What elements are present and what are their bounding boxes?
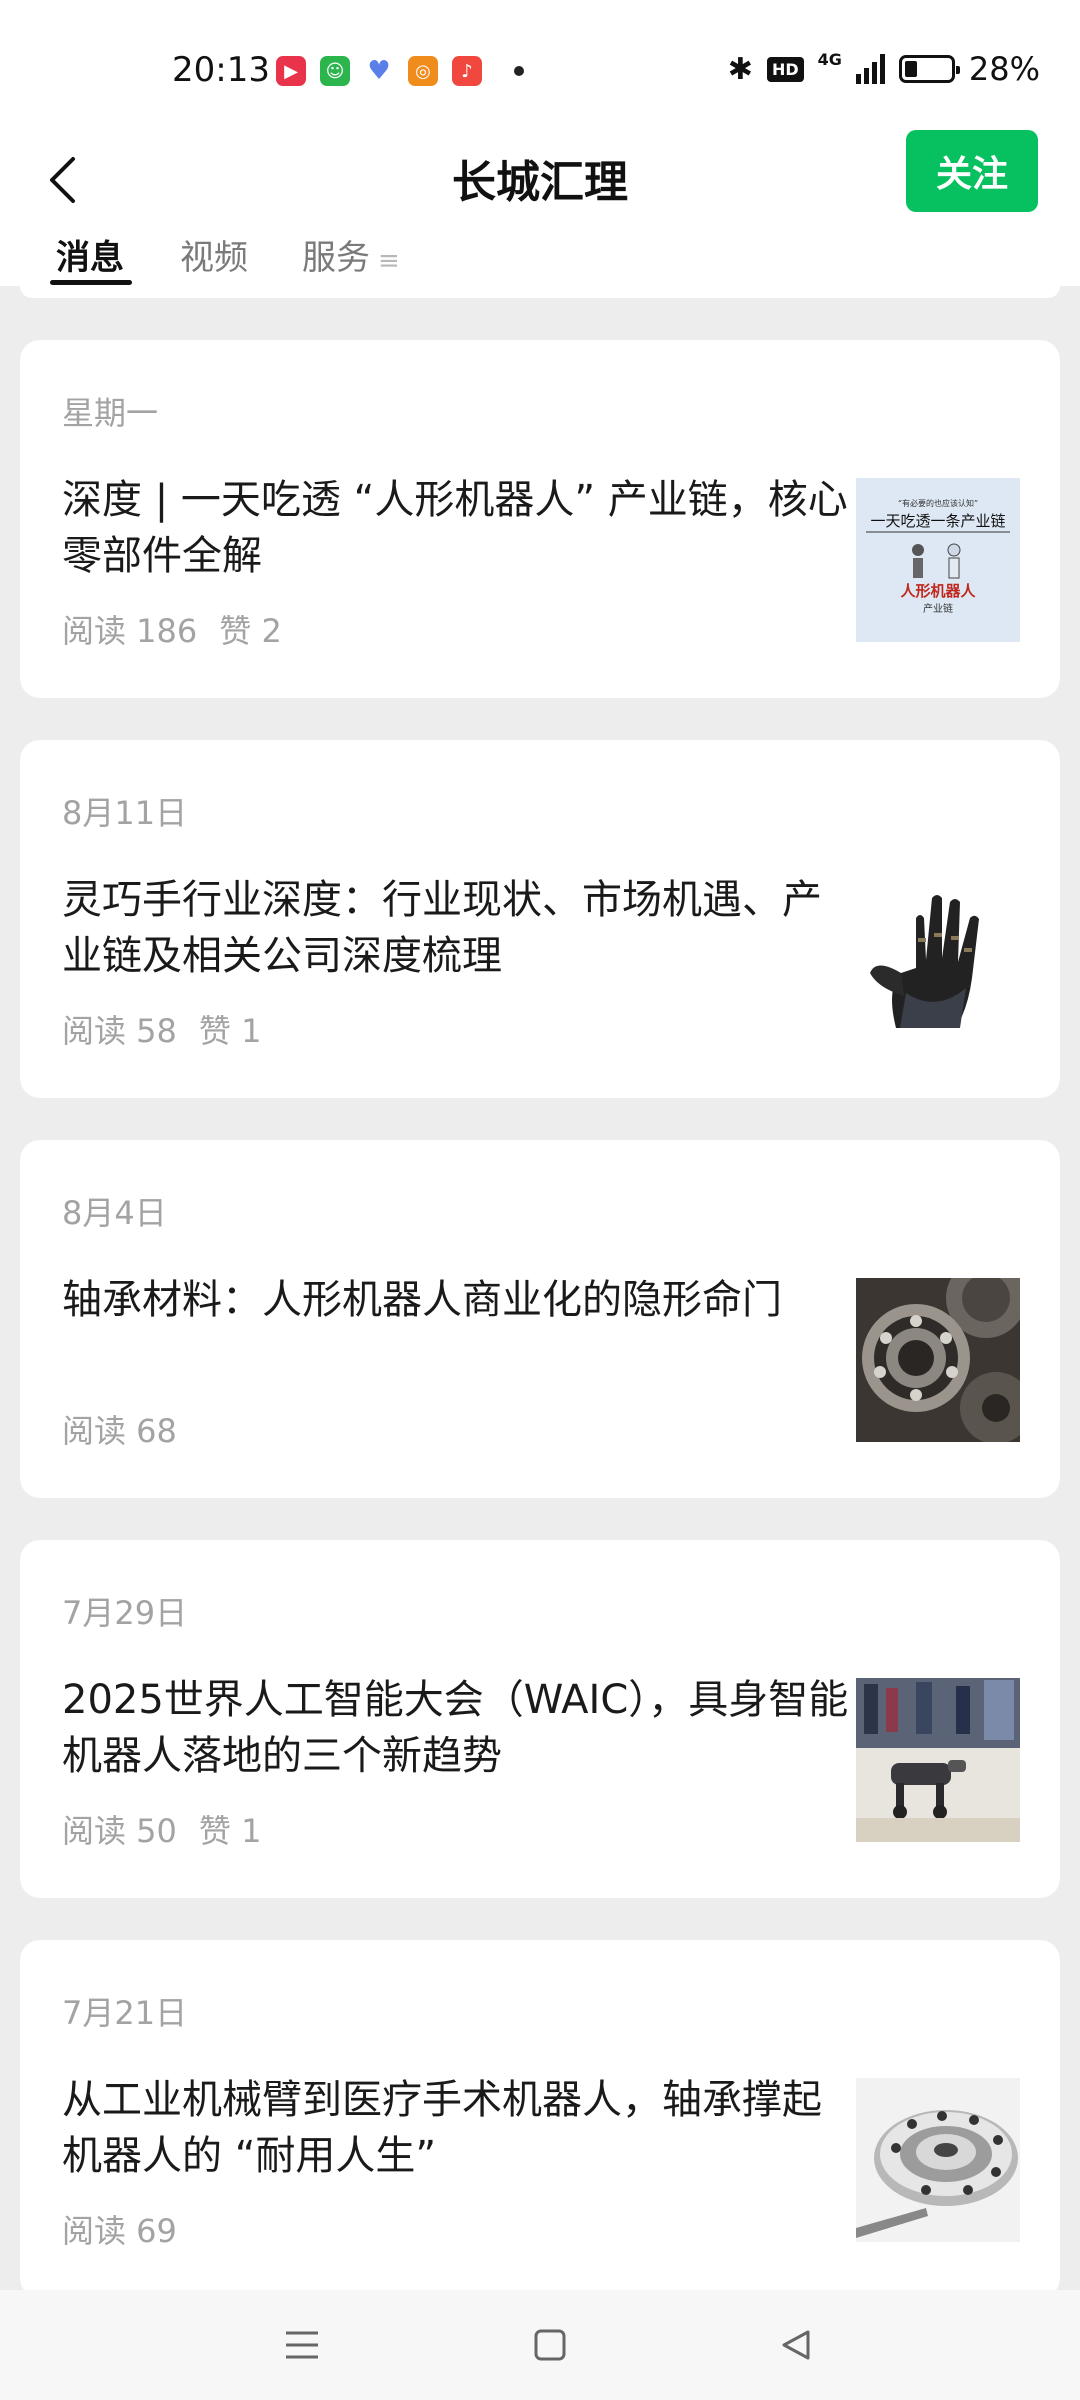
shopping-app-icon: ☺ [320, 56, 350, 86]
article-date: 7月21日 [62, 1994, 188, 2032]
thumb-heading: 一天吃透一条产业链 [870, 512, 1005, 530]
bearings-gears-thumb[interactable] [856, 1278, 1020, 1442]
chat-app-icon: ◎ [408, 56, 438, 86]
article-card[interactable]: 8月11日 灵巧手行业深度：行业现状、市场机遇、产业链及相关公司深度梳理 阅读 … [20, 740, 1060, 1098]
article-card[interactable]: 星期一 深度 | 一天吃透 “人形机器人” 产业链，核心零部件全解 阅读 186… [20, 340, 1060, 698]
heart-app-icon: ♥ [367, 56, 391, 86]
article-card[interactable]: 8月4日 轴承材料：人形机器人商业化的隐形命门 阅读 68 [20, 1140, 1060, 1498]
system-indicators: ✱ HD 4G 28% [728, 50, 1040, 88]
signal-icon [855, 54, 885, 84]
active-tab-indicator [50, 280, 132, 285]
app-header: 长城汇理 关注 [0, 130, 1080, 230]
read-count: 阅读 186 [62, 612, 198, 650]
more-notifications-dot [514, 66, 524, 76]
menu-icon[interactable] [272, 2315, 332, 2375]
article-title[interactable]: 从工业机械臂到医疗手术机器人，轴承撑起机器人的 “耐用人生” [62, 2072, 852, 2184]
thumb-subject: 人形机器人 [900, 582, 976, 600]
network-type: 4G [817, 50, 842, 69]
article-card[interactable]: 7月21日 从工业机械臂到医疗手术机器人，轴承撑起机器人的 “耐用人生” 阅读 … [20, 1940, 1060, 2298]
article-stats: 阅读 186 赞 2 [62, 606, 282, 652]
thumb-caption: “有必要的也应该认知” [898, 498, 978, 508]
previous-card-edge [20, 286, 1060, 298]
like-count: 赞 2 [219, 612, 282, 650]
video-app-icon: ▶ [276, 56, 306, 86]
services-menu-icon: ≡ [378, 246, 400, 276]
tab-services[interactable]: 服务 ≡ [302, 230, 400, 279]
follow-button[interactable]: 关注 [906, 130, 1038, 212]
thumb-sub: 产业链 [923, 602, 953, 615]
robot-dog-exhibition-thumb[interactable] [856, 1678, 1020, 1842]
article-feed: 星期一 深度 | 一天吃透 “人形机器人” 产业链，核心零部件全解 阅读 186… [20, 340, 1060, 2340]
article-stats: 阅读 68 [62, 1406, 177, 1452]
back-triangle-icon[interactable] [766, 2315, 826, 2375]
notification-icons: ▶ ☺ ♥ ◎ ♪ [276, 56, 524, 86]
status-time: 20:13 [172, 50, 270, 90]
home-square-icon[interactable] [520, 2315, 580, 2375]
battery-icon [898, 55, 960, 83]
humanoid-robot-chain-thumb[interactable]: “有必要的也应该认知” 一天吃透一条产业链 人形机器人 产业链 [856, 478, 1020, 642]
article-title[interactable]: 轴承材料：人形机器人商业化的隐形命门 [62, 1272, 852, 1328]
tab-services-label: 服务 [302, 238, 370, 278]
read-count: 阅读 58 [62, 1012, 177, 1050]
article-date: 8月4日 [62, 1194, 167, 1232]
article-title[interactable]: 灵巧手行业深度：行业现状、市场机遇、产业链及相关公司深度梳理 [62, 872, 852, 984]
status-bar: 20:13 ▶ ☺ ♥ ◎ ♪ ✱ HD 4G 28% [0, 0, 1080, 130]
read-count: 阅读 68 [62, 1412, 177, 1450]
read-count: 阅读 50 [62, 1812, 177, 1850]
article-stats: 阅读 58 赞 1 [62, 1006, 261, 1052]
article-card[interactable]: 7月29日 2025世界人工智能大会（WAIC），具身智能机器人落地的三个新趋势… [20, 1540, 1060, 1898]
article-stats: 阅读 69 [62, 2206, 177, 2252]
like-count: 赞 1 [198, 1012, 262, 1050]
article-title[interactable]: 2025世界人工智能大会（WAIC），具身智能机器人落地的三个新趋势 [62, 1672, 852, 1784]
tab-videos[interactable]: 视频 [180, 230, 248, 279]
hd-icon: HD [766, 56, 804, 82]
article-date: 8月11日 [62, 794, 188, 832]
precision-bearing-thumb[interactable] [856, 2078, 1020, 2242]
read-count: 阅读 69 [62, 2212, 177, 2250]
system-nav-bar [0, 2290, 1080, 2400]
tab-bar: 消息 视频 服务 ≡ [0, 230, 1080, 286]
article-title[interactable]: 深度 | 一天吃透 “人形机器人” 产业链，核心零部件全解 [62, 472, 852, 584]
like-count: 赞 1 [198, 1812, 262, 1850]
article-date: 7月29日 [62, 1594, 188, 1632]
tab-messages[interactable]: 消息 [56, 230, 124, 279]
article-date: 星期一 [62, 394, 159, 432]
bluetooth-icon: ✱ [727, 51, 753, 87]
robot-hand-thumb[interactable] [856, 878, 1020, 1042]
battery-percent: 28% [968, 50, 1040, 88]
article-stats: 阅读 50 赞 1 [62, 1806, 261, 1852]
music-app-icon: ♪ [452, 56, 482, 86]
